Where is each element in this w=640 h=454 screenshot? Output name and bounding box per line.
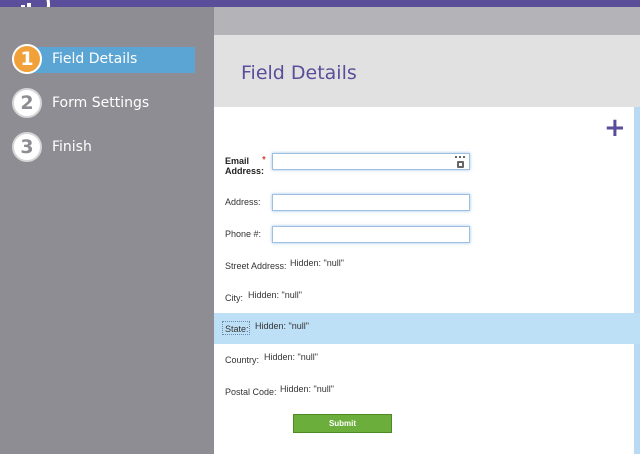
step-number: 2 xyxy=(12,88,42,118)
street-address-hidden-value: Hidden: "null" xyxy=(290,258,344,268)
state-hidden-value: Hidden: "null" xyxy=(255,321,309,331)
phone-field[interactable] xyxy=(272,226,470,243)
main-toolbar-strip xyxy=(214,7,640,35)
plus-icon[interactable]: + xyxy=(604,115,626,141)
street-address-label: Street Address: xyxy=(225,261,287,271)
panel-edge xyxy=(634,107,640,454)
step-finish[interactable]: 3 Finish xyxy=(12,132,195,162)
city-label: City: xyxy=(225,293,243,303)
step-label: Finish xyxy=(52,139,92,155)
state-label: State: xyxy=(225,324,249,334)
page-header: Field Details xyxy=(214,35,640,107)
email-label: Email Address: xyxy=(225,156,265,176)
page-title: Field Details xyxy=(241,62,357,84)
sidebar xyxy=(0,7,214,454)
address-label: Address: xyxy=(225,197,261,207)
step-field-details[interactable]: 1 Field Details xyxy=(12,44,195,74)
step-label: Form Settings xyxy=(52,95,150,111)
phone-label: Phone #: xyxy=(225,229,262,239)
country-hidden-value: Hidden: "null" xyxy=(264,352,318,362)
step-form-settings[interactable]: 2 Form Settings xyxy=(12,88,195,118)
postal-code-hidden-value: Hidden: "null" xyxy=(280,384,334,394)
step-label: Field Details xyxy=(52,51,138,67)
country-label: Country: xyxy=(225,355,260,365)
top-bar xyxy=(0,0,640,7)
required-marker: * xyxy=(262,155,266,166)
city-hidden-value: Hidden: "null" xyxy=(248,290,302,300)
email-field[interactable] xyxy=(272,153,470,170)
submit-button[interactable]: Submit xyxy=(293,414,392,433)
step-number: 1 xyxy=(12,44,42,74)
step-number: 3 xyxy=(12,132,42,162)
address-field[interactable] xyxy=(272,194,470,211)
keychain-icon[interactable] xyxy=(455,156,466,168)
postal-code-label: Postal Code: xyxy=(225,387,277,397)
